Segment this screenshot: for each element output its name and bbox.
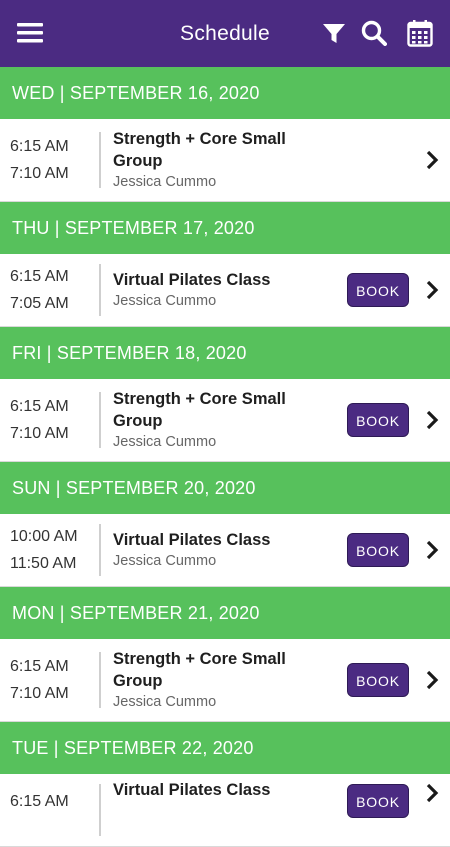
class-times: 6:15 AM 7:10 AM	[10, 133, 92, 187]
end-time: 7:10 AM	[10, 165, 69, 182]
chevron-right-icon[interactable]	[424, 279, 440, 301]
book-button[interactable]: BOOK	[347, 403, 409, 437]
class-name: Virtual Pilates Class	[113, 781, 271, 799]
start-time: 6:15 AM	[10, 138, 69, 155]
start-time: 6:15 AM	[10, 398, 69, 415]
class-name: Strength + Core Small Group	[113, 390, 286, 430]
search-icon[interactable]	[360, 19, 388, 47]
chevron-right-icon[interactable]	[424, 669, 440, 691]
instructor-name: Jessica Cummo	[113, 694, 217, 710]
day-header: WED | SEPTEMBER 16, 2020	[0, 67, 450, 119]
class-times: 6:15 AM	[10, 788, 92, 815]
calendar-icon[interactable]	[406, 19, 434, 47]
top-app-bar: Schedule	[0, 0, 450, 67]
chevron-right-icon[interactable]	[424, 539, 440, 561]
chevron-right-icon[interactable]	[424, 782, 440, 804]
instructor-name: Jessica Cummo	[113, 174, 217, 190]
class-times: 6:15 AM 7:10 AM	[10, 653, 92, 707]
day-header: MON | SEPTEMBER 21, 2020	[0, 587, 450, 639]
class-name: Virtual Pilates Class	[113, 531, 271, 549]
divider	[99, 524, 101, 576]
class-row[interactable]: 6:15 AM 7:05 AM Virtual Pilates Class Je…	[0, 254, 450, 327]
divider	[99, 264, 101, 316]
book-button[interactable]: BOOK	[347, 663, 409, 697]
class-name: Strength + Core Small Group	[113, 130, 286, 170]
start-time: 6:15 AM	[10, 793, 69, 810]
class-name: Virtual Pilates Class	[113, 271, 271, 289]
class-row[interactable]: 6:15 AM 7:10 AM Strength + Core Small Gr…	[0, 379, 450, 462]
class-times: 6:15 AM 7:05 AM	[10, 263, 92, 317]
class-row[interactable]: 6:15 AM 7:10 AM Strength + Core Small Gr…	[0, 639, 450, 722]
filter-icon[interactable]	[320, 19, 348, 47]
book-button[interactable]: BOOK	[347, 273, 409, 307]
end-time: 7:10 AM	[10, 685, 69, 702]
divider	[99, 784, 101, 836]
day-header: SUN | SEPTEMBER 20, 2020	[0, 462, 450, 514]
divider	[99, 132, 101, 188]
class-times: 6:15 AM 7:10 AM	[10, 393, 92, 447]
class-row[interactable]: 6:15 AM 7:10 AM Strength + Core Small Gr…	[0, 119, 450, 202]
divider	[99, 652, 101, 708]
class-row[interactable]: 6:15 AM Virtual Pilates Class BOOK	[0, 774, 450, 847]
class-times: 10:00 AM 11:50 AM	[10, 523, 92, 577]
instructor-name: Jessica Cummo	[113, 553, 217, 569]
day-header: TUE | SEPTEMBER 22, 2020	[0, 722, 450, 774]
start-time: 6:15 AM	[10, 658, 69, 675]
end-time: 11:50 AM	[10, 555, 77, 572]
start-time: 6:15 AM	[10, 268, 69, 285]
book-button[interactable]: BOOK	[347, 784, 409, 818]
divider	[99, 392, 101, 448]
chevron-right-icon[interactable]	[424, 409, 440, 431]
book-button[interactable]: BOOK	[347, 533, 409, 567]
start-time: 10:00 AM	[10, 528, 78, 545]
class-row[interactable]: 10:00 AM 11:50 AM Virtual Pilates Class …	[0, 514, 450, 587]
instructor-name: Jessica Cummo	[113, 293, 217, 309]
day-header: FRI | SEPTEMBER 18, 2020	[0, 327, 450, 379]
day-header: THU | SEPTEMBER 17, 2020	[0, 202, 450, 254]
end-time: 7:05 AM	[10, 295, 69, 312]
class-name: Strength + Core Small Group	[113, 650, 286, 690]
instructor-name: Jessica Cummo	[113, 434, 217, 450]
chevron-right-icon[interactable]	[424, 149, 440, 171]
schedule-list: WED | SEPTEMBER 16, 2020 6:15 AM 7:10 AM…	[0, 67, 450, 847]
end-time: 7:10 AM	[10, 425, 69, 442]
